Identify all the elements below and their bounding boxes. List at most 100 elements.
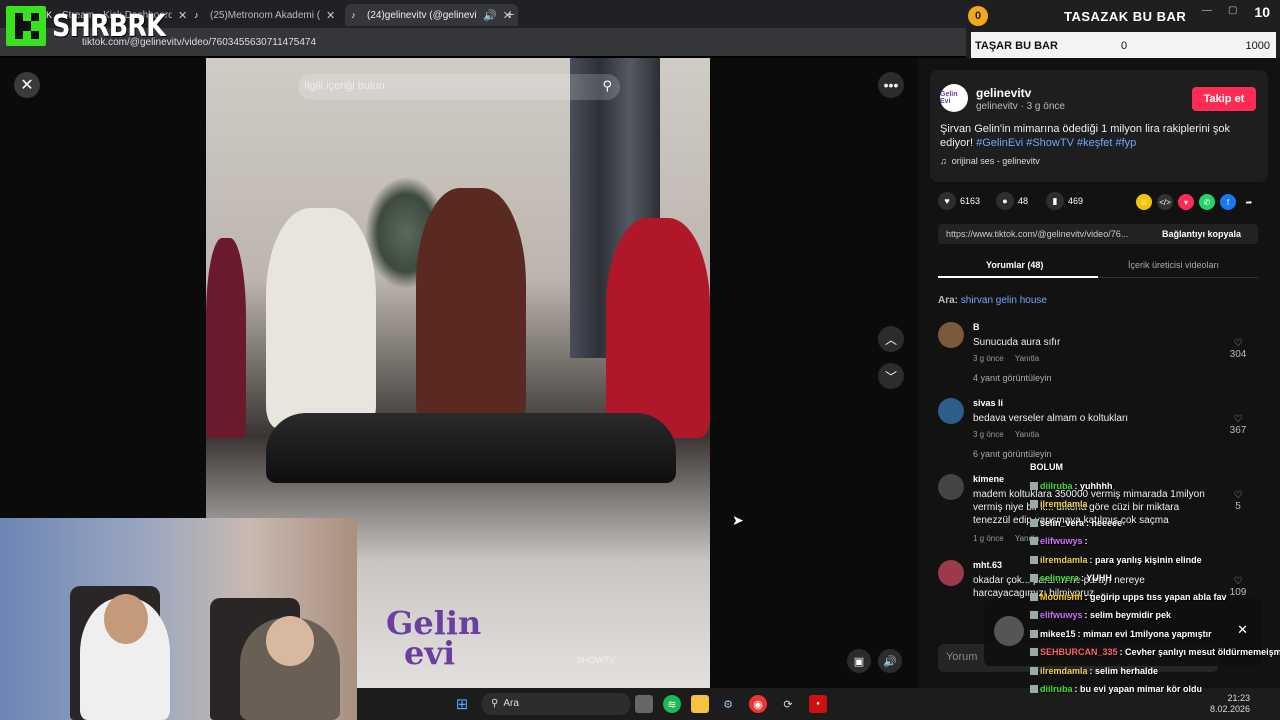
video-watermark: SHOWTV — [576, 655, 616, 665]
app-icon[interactable]: ⟳ — [779, 695, 797, 713]
copy-link-button[interactable]: Bağlantıyı kopyala — [1162, 229, 1241, 239]
chat-badge-icon — [1030, 574, 1038, 582]
comment-icon: ● — [996, 192, 1014, 210]
recorder-icon[interactable]: ● — [809, 695, 827, 713]
bar-score: 10 — [1254, 4, 1270, 20]
chat-username: diilruba — [1040, 480, 1073, 491]
comment-meta: 3 g önce Yanıtla — [973, 354, 1039, 363]
chat-message: elifwuwys: — [1030, 536, 1088, 546]
follow-button[interactable]: Takip et — [1192, 87, 1256, 111]
chat-message: ilremdamla — [1030, 499, 1090, 509]
video-search-input[interactable]: İlgili içeriği bulun ⚲ — [298, 74, 620, 100]
comment-avatar[interactable] — [938, 474, 964, 500]
music-title: orijinal ses - gelinevitv — [951, 156, 1040, 166]
share-icon[interactable]: ➦ — [1241, 194, 1257, 210]
like-count: 6163 — [960, 196, 981, 206]
chat-text: : mimarı evi 1milyona yapmıştır — [1077, 628, 1212, 639]
search-hint-query: shirvan gelin house — [960, 295, 1047, 306]
search-hint-prefix: Ara: — [938, 295, 959, 306]
view-replies-button[interactable]: 6 yanıt görüntüleyin — [973, 449, 1052, 459]
author-card: Gelin Evi gelinevitv gelinevitv · 3 g ön… — [930, 70, 1268, 182]
friends-share-icon[interactable]: ☺ — [1136, 194, 1152, 210]
search-icon[interactable]: ⚲ — [602, 78, 612, 94]
reply-button[interactable]: Yanıtla — [1015, 354, 1039, 363]
tab-creator-videos[interactable]: İçerik üreticisi videoları — [1128, 260, 1219, 270]
save-stat[interactable]: ▮ 469 — [1046, 192, 1083, 210]
chrome-icon[interactable]: ◉ — [749, 695, 767, 713]
speaker-icon[interactable]: 🔊 — [483, 9, 497, 22]
pip-button[interactable]: ▣ — [847, 649, 871, 673]
embed-icon[interactable]: </> — [1157, 194, 1173, 210]
chat-message: mikee15: mimarı evi 1milyona yapmıştır — [1030, 629, 1212, 639]
coin-icon: 0 — [968, 6, 988, 26]
comment-like[interactable]: ♡ 367 — [1226, 414, 1250, 436]
hashtags[interactable]: #GelinEvi #ShowTV #keşfet #fyp — [976, 137, 1136, 149]
new-tab-button[interactable]: + — [506, 6, 514, 22]
minimize-icon[interactable]: — — [1202, 5, 1212, 16]
show-logo-line2: evi — [404, 634, 456, 672]
comment-avatar[interactable] — [938, 322, 964, 348]
comment-item: B Sunucuda aura sıfır 3 g önce Yanıtla 4… — [938, 322, 1258, 392]
chat-text: : yuhhhh — [1074, 480, 1113, 491]
comment-time: 3 g önce — [973, 354, 1004, 363]
bar-row-value: 0 — [1121, 40, 1128, 52]
comment-user[interactable]: sivas li — [973, 398, 1003, 408]
chevron-down-icon: ﹀ — [884, 369, 897, 384]
reply-button[interactable]: Yanıtla — [1015, 430, 1039, 439]
whatsapp-icon[interactable]: ✆ — [1199, 194, 1215, 210]
comment-text: Sunucuda aura sıfır — [973, 337, 1061, 348]
tiktok-icon: ♪ — [194, 10, 199, 20]
comment-user[interactable]: kimene — [973, 474, 1004, 484]
webcam-overlay — [0, 518, 357, 720]
view-replies-button[interactable]: 4 yanıt görüntüleyin — [973, 373, 1052, 383]
close-video-button[interactable]: ✕ — [14, 72, 40, 98]
comment-avatar[interactable] — [938, 398, 964, 424]
comment-avatar[interactable] — [938, 560, 964, 586]
video-link[interactable]: https://www.tiktok.com/@gelinevitv/video… — [946, 229, 1158, 239]
author-avatar[interactable]: Gelin Evi — [940, 84, 968, 112]
volume-button[interactable]: 🔊 — [878, 649, 902, 673]
steam-icon[interactable]: ⚙ — [719, 695, 737, 713]
close-tab-icon[interactable]: ✕ — [326, 9, 335, 22]
heart-icon: ♥ — [938, 192, 956, 210]
task-view-icon[interactable] — [635, 695, 653, 713]
music-row[interactable]: ♫ orijinal ses - gelinevitv — [940, 156, 1040, 166]
like-stat[interactable]: ♥ 6163 — [938, 192, 980, 210]
comment-like[interactable]: ♡ 304 — [1226, 338, 1250, 360]
chat-username: Moonishh — [1040, 591, 1083, 602]
next-video-button[interactable]: ﹀ — [878, 363, 904, 389]
heart-icon: ♡ — [1233, 338, 1243, 349]
tab-gelinevitv[interactable]: ♪ (24)gelinevitv (@gelinevitv) 🔊 ✕ — [345, 4, 518, 26]
active-tab-indicator — [938, 276, 1098, 278]
chat-username: selin_vera — [1040, 517, 1085, 528]
volume-icon: 🔊 — [883, 655, 897, 668]
author-name[interactable]: gelinevitv — [976, 86, 1031, 100]
chat-text: : — [1084, 536, 1088, 546]
comment-time: 3 g önce — [973, 430, 1004, 439]
spotify-icon[interactable]: ≋ — [663, 695, 681, 713]
comment-stat[interactable]: ● 48 — [996, 192, 1028, 210]
facebook-icon[interactable]: f — [1220, 194, 1236, 210]
taskbar-search[interactable]: ⚲ Ara — [481, 693, 631, 715]
chat-username: mikee15 — [1040, 628, 1076, 639]
stats-row: ♥ 6163 ● 48 ▮ 469 ☺ </> ▾ ✆ f ➦ — [938, 192, 1268, 212]
comment-user[interactable]: mht.63 — [973, 560, 1002, 570]
windows-start-icon[interactable]: ⊞ — [453, 695, 471, 713]
search-suggestion[interactable]: Ara: shirvan gelin house — [938, 295, 1047, 306]
more-options-button[interactable]: ••• — [878, 72, 904, 98]
tab-comments[interactable]: Yorumlar (48) — [986, 260, 1043, 270]
tab-metronom[interactable]: ♪ (25)Metronom Akademi (@met... ✕ — [188, 4, 341, 26]
send-icon[interactable]: ▾ — [1178, 194, 1194, 210]
music-note-icon: ♫ — [940, 156, 947, 166]
author-subtitle: gelinevitv · 3 g önce — [976, 101, 1065, 112]
search-placeholder: İlgili içeriği bulun — [304, 80, 385, 92]
maximize-icon[interactable]: ▢ — [1228, 5, 1237, 16]
bar-overlay-window: 0 TASAZAK BU BAR — ▢ 10 TAŞAR BU BAR 0 1… — [966, 0, 1280, 60]
chat-badge-icon — [1030, 666, 1038, 675]
previous-video-button[interactable]: ︿ — [878, 326, 904, 352]
comment-user[interactable]: B — [973, 322, 980, 332]
chat-badge-icon — [1030, 500, 1038, 508]
file-explorer-icon[interactable] — [691, 695, 709, 713]
video-person — [416, 188, 526, 428]
chat-message: ilremdamla: para yanlış kişinin elinde — [1030, 555, 1202, 565]
